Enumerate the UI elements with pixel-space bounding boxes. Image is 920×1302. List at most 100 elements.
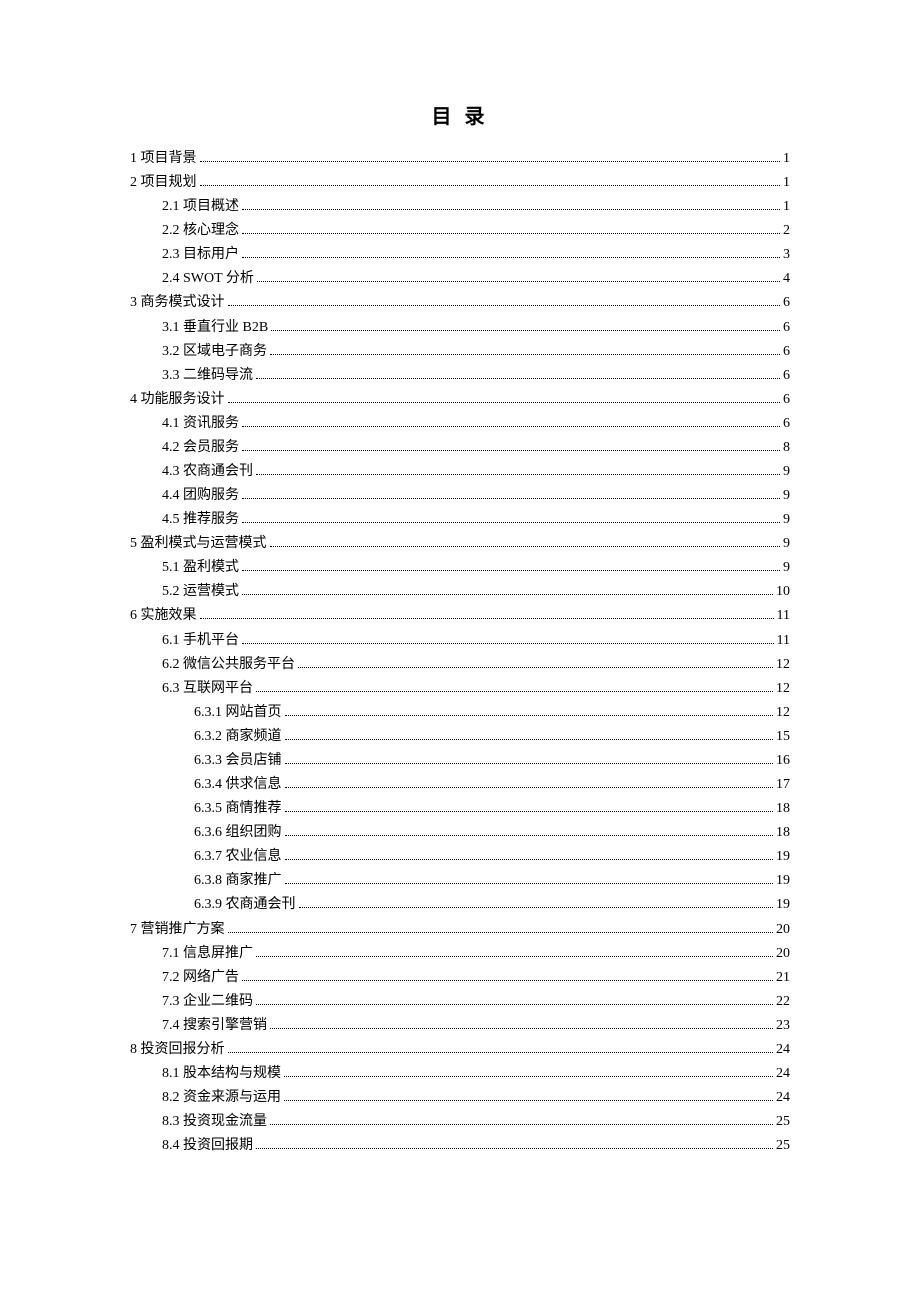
toc-entry[interactable]: 4 功能服务设计6 <box>130 388 790 412</box>
toc-entry-label: 6.3 互联网平台 <box>162 677 253 701</box>
toc-entry[interactable]: 3.1 垂直行业 B2B6 <box>130 316 790 340</box>
toc-entry-page: 12 <box>776 677 790 701</box>
toc-entry[interactable]: 2.3 目标用户 3 <box>130 243 790 267</box>
toc-entry-page: 24 <box>776 1038 790 1062</box>
toc-entry[interactable]: 7.2 网络广告21 <box>130 966 790 990</box>
toc-entry-label: 5.1 盈利模式 <box>162 556 239 580</box>
toc-entry-label: 4.4 团购服务 <box>162 484 239 508</box>
toc-entry-page: 11 <box>777 629 790 653</box>
toc-entry-label: 2 项目规划 <box>130 171 197 195</box>
toc-list: 1 项目背景 12 项目规划12.1 项目概述12.2 核心理念22.3 目标用户… <box>130 147 790 1158</box>
toc-entry-label: 8.3 投资现金流量 <box>162 1110 267 1134</box>
toc-entry[interactable]: 6.3.3 会员店铺16 <box>130 749 790 773</box>
toc-entry[interactable]: 4.4 团购服务 9 <box>130 484 790 508</box>
toc-entry-page: 2 <box>783 219 790 243</box>
toc-entry[interactable]: 2 项目规划1 <box>130 171 790 195</box>
toc-entry[interactable]: 7.1 信息屏推广20 <box>130 942 790 966</box>
toc-entry[interactable]: 8 投资回报分析 24 <box>130 1038 790 1062</box>
toc-entry-page: 24 <box>776 1086 790 1110</box>
toc-entry-label: 8 投资回报分析 <box>130 1038 225 1062</box>
toc-entry-page: 19 <box>776 893 790 917</box>
toc-entry[interactable]: 4.3 农商通会刊 9 <box>130 460 790 484</box>
toc-entry-page: 6 <box>783 340 790 364</box>
toc-entry[interactable]: 6.1 手机平台11 <box>130 629 790 653</box>
toc-entry-page: 9 <box>783 484 790 508</box>
toc-entry-page: 24 <box>776 1062 790 1086</box>
toc-entry-page: 9 <box>783 556 790 580</box>
toc-entry-label: 6.3.2 商家频道 <box>194 725 282 749</box>
toc-leader-dots <box>271 330 780 331</box>
toc-leader-dots <box>242 980 773 981</box>
toc-entry[interactable]: 8.1 股本结构与规模24 <box>130 1062 790 1086</box>
toc-entry-label: 6.3.8 商家推广 <box>194 869 282 893</box>
toc-entry-page: 25 <box>776 1110 790 1134</box>
toc-leader-dots <box>228 1052 774 1053</box>
toc-entry-page: 3 <box>783 243 790 267</box>
toc-entry[interactable]: 1 项目背景 1 <box>130 147 790 171</box>
toc-entry[interactable]: 3.2 区域电子商务 6 <box>130 340 790 364</box>
toc-entry[interactable]: 4.2 会员服务8 <box>130 436 790 460</box>
toc-entry[interactable]: 2.2 核心理念2 <box>130 219 790 243</box>
toc-entry[interactable]: 6.3.2 商家频道15 <box>130 725 790 749</box>
toc-leader-dots <box>256 1004 773 1005</box>
toc-entry-label: 8.4 投资回报期 <box>162 1134 253 1158</box>
toc-entry[interactable]: 6.3.6 组织团购18 <box>130 821 790 845</box>
toc-entry[interactable]: 3 商务模式设计6 <box>130 291 790 315</box>
toc-entry-page: 9 <box>783 460 790 484</box>
toc-entry-page: 6 <box>783 412 790 436</box>
toc-entry-label: 4.1 资讯服务 <box>162 412 239 436</box>
toc-entry-label: 3.3 二维码导流 <box>162 364 253 388</box>
toc-entry[interactable]: 2.1 项目概述1 <box>130 195 790 219</box>
toc-entry-page: 20 <box>776 918 790 942</box>
toc-entry[interactable]: 6.3.8 商家推广19 <box>130 869 790 893</box>
toc-entry[interactable]: 6.2 微信公共服务平台12 <box>130 653 790 677</box>
toc-entry-page: 1 <box>783 147 790 171</box>
toc-entry-label: 1 项目背景 <box>130 147 197 171</box>
toc-entry[interactable]: 7.4 搜索引擎营销23 <box>130 1014 790 1038</box>
toc-entry-label: 7.4 搜索引擎营销 <box>162 1014 267 1038</box>
toc-entry[interactable]: 3.3 二维码导流6 <box>130 364 790 388</box>
toc-leader-dots <box>256 378 780 379</box>
toc-entry[interactable]: 8.3 投资现金流量 25 <box>130 1110 790 1134</box>
toc-entry-page: 8 <box>783 436 790 460</box>
toc-leader-dots <box>242 426 780 427</box>
toc-leader-dots <box>242 233 780 234</box>
toc-entry-label: 3.2 区域电子商务 <box>162 340 267 364</box>
toc-entry-label: 2.3 目标用户 <box>162 243 239 267</box>
toc-entry-label: 7.3 企业二维码 <box>162 990 253 1014</box>
toc-leader-dots <box>256 1148 773 1149</box>
toc-entry[interactable]: 8.4 投资回报期25 <box>130 1134 790 1158</box>
toc-entry-label: 4.3 农商通会刊 <box>162 460 253 484</box>
toc-entry[interactable]: 4.1 资讯服务 6 <box>130 412 790 436</box>
toc-entry[interactable]: 5.1 盈利模式 9 <box>130 556 790 580</box>
toc-entry-page: 11 <box>777 604 790 628</box>
toc-leader-dots <box>242 522 780 523</box>
toc-entry[interactable]: 5.2 运营模式10 <box>130 580 790 604</box>
toc-entry[interactable]: 6.3.9 农商通会刊 19 <box>130 893 790 917</box>
toc-entry[interactable]: 6.3.5 商情推荐18 <box>130 797 790 821</box>
toc-entry[interactable]: 5 盈利模式与运营模式9 <box>130 532 790 556</box>
toc-entry-page: 21 <box>776 966 790 990</box>
toc-entry-page: 9 <box>783 532 790 556</box>
toc-entry[interactable]: 8.2 资金来源与运用24 <box>130 1086 790 1110</box>
toc-entry[interactable]: 6 实施效果11 <box>130 604 790 628</box>
toc-entry[interactable]: 6.3.4 供求信息17 <box>130 773 790 797</box>
toc-entry[interactable]: 7.3 企业二维码 22 <box>130 990 790 1014</box>
toc-leader-dots <box>256 691 773 692</box>
toc-leader-dots <box>285 739 774 740</box>
toc-entry[interactable]: 4.5 推荐服务9 <box>130 508 790 532</box>
toc-entry-page: 6 <box>783 388 790 412</box>
toc-leader-dots <box>284 1076 773 1077</box>
toc-leader-dots <box>270 1028 773 1029</box>
toc-entry-page: 17 <box>776 773 790 797</box>
toc-leader-dots <box>228 305 781 306</box>
toc-entry[interactable]: 6.3.7 农业信息19 <box>130 845 790 869</box>
toc-entry-page: 22 <box>776 990 790 1014</box>
toc-entry[interactable]: 6.3.1 网站首页12 <box>130 701 790 725</box>
toc-entry-label: 6.3.9 农商通会刊 <box>194 893 296 917</box>
toc-entry[interactable]: 6.3 互联网平台 12 <box>130 677 790 701</box>
toc-entry-page: 12 <box>776 701 790 725</box>
toc-entry[interactable]: 2.4 SWOT 分析4 <box>130 267 790 291</box>
toc-entry-page: 12 <box>776 653 790 677</box>
toc-entry[interactable]: 7 营销推广方案20 <box>130 918 790 942</box>
